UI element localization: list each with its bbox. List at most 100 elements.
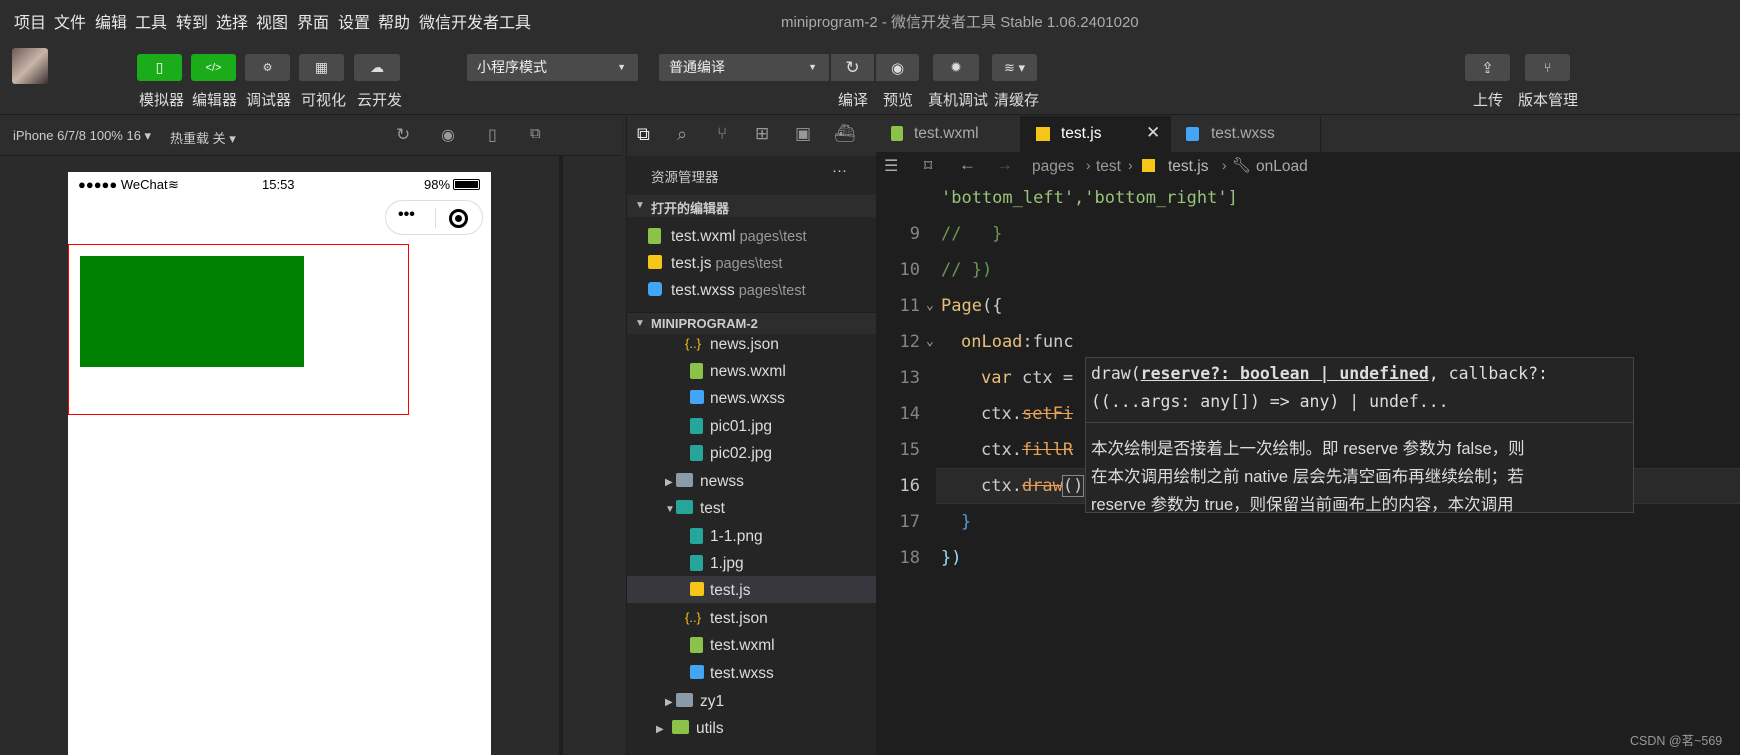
open-editor-item[interactable]: test.wxml pages\test: [648, 228, 807, 246]
wxml-file-icon: [648, 228, 661, 244]
close-icon[interactable]: ✕: [1146, 123, 1160, 143]
code-line: 'bottom_left','bottom_right']: [941, 188, 1238, 208]
stop-icon[interactable]: ◉: [441, 125, 455, 145]
tree-item[interactable]: {..} news.json: [685, 336, 779, 354]
signature-line-1: draw(reserve?: boolean | undefined, call…: [1091, 364, 1548, 383]
menu-tools[interactable]: 工具: [135, 9, 167, 33]
tree-item[interactable]: 1-1.png: [690, 528, 763, 546]
wxss-file-icon: [648, 282, 662, 296]
tree-item[interactable]: test.wxss: [690, 665, 774, 683]
version-label: 版本管理: [1518, 92, 1579, 109]
tree-item[interactable]: news.wxml: [690, 363, 786, 381]
close-mini-program-icon[interactable]: [449, 209, 468, 228]
upload-button[interactable]: ⇪: [1465, 54, 1510, 81]
tree-folder[interactable]: ▼ test: [665, 500, 725, 518]
bookmark-icon[interactable]: ⌑: [924, 156, 932, 176]
menu-view[interactable]: 视图: [256, 9, 288, 33]
layers-icon: ≋ ▾: [1003, 59, 1026, 75]
search-icon[interactable]: ⌕: [677, 124, 687, 145]
compile-button[interactable]: ↻: [831, 54, 874, 81]
explorer-panel: ⧉ ⌕ ⑂ ⊞ ▣ ⛴ 资源管理器 ··· ▼ 打开的编辑器 test.wxml…: [626, 116, 877, 755]
tab-test-wxss[interactable]: test.wxss: [1171, 116, 1321, 152]
tree-folder[interactable]: ▶ utils: [656, 720, 724, 738]
breadcrumb-symbol[interactable]: onLoad: [1256, 158, 1308, 176]
tree-item[interactable]: pic02.jpg: [690, 445, 772, 463]
breadcrumb-file[interactable]: test.js: [1168, 158, 1208, 176]
more-dots-icon[interactable]: •••: [398, 206, 415, 224]
tree-item[interactable]: test.wxml: [690, 637, 775, 655]
tree-item[interactable]: news.wxss: [690, 390, 785, 408]
menu-help[interactable]: 帮助: [378, 9, 410, 33]
json-file-icon: {..}: [685, 610, 701, 625]
save-icon[interactable]: ▣: [795, 124, 811, 144]
popout-icon[interactable]: ⧉: [530, 125, 541, 142]
project-header[interactable]: ▼ MINIPROGRAM-2: [627, 312, 877, 334]
selected-row: [627, 576, 877, 603]
menu-project[interactable]: 项目: [14, 9, 46, 33]
git-icon[interactable]: ⑂: [717, 124, 727, 144]
mode-select[interactable]: 小程序模式 ▼: [467, 54, 638, 81]
editor-button[interactable]: </>: [191, 54, 236, 81]
tree-item[interactable]: {..} test.json: [685, 610, 768, 628]
tree-item[interactable]: 1.jpg: [690, 555, 744, 573]
preview-button[interactable]: ◉: [876, 54, 919, 81]
wxml-file-icon: [690, 363, 703, 379]
back-icon[interactable]: ←: [959, 155, 976, 175]
panel-divider[interactable]: [559, 156, 563, 755]
open-editor-item[interactable]: test.wxss pages\test: [648, 282, 806, 300]
debugger-label: 调试器: [246, 92, 292, 109]
debugger-button[interactable]: ⚙: [245, 54, 290, 81]
menu-bar: 项目 文件 编辑 工具 转到 选择 视图 界面 设置 帮助 微信开发者工具 mi…: [0, 0, 1740, 38]
menu-settings[interactable]: 设置: [338, 9, 370, 33]
explorer-title: 资源管理器: [651, 170, 719, 185]
version-button[interactable]: ⑂: [1525, 54, 1570, 81]
chevron-down-icon: ▼: [617, 62, 626, 72]
compile-select[interactable]: 普通编译 ▼: [659, 54, 829, 81]
avatar[interactable]: [12, 48, 48, 84]
phone-icon[interactable]: ▯: [488, 125, 497, 145]
tree-folder[interactable]: ▶ newss: [665, 473, 744, 491]
docker-icon[interactable]: ⛴: [834, 124, 856, 144]
hot-reload-toggle[interactable]: 热重载 关 ▾: [170, 128, 236, 147]
folder-icon: [672, 720, 689, 734]
open-editors-header[interactable]: ▼ 打开的编辑器: [627, 195, 877, 217]
menu-select[interactable]: 选择: [216, 9, 248, 33]
rotate-icon[interactable]: ↻: [396, 125, 410, 145]
files-icon[interactable]: ⧉: [637, 124, 650, 145]
menu-interface[interactable]: 界面: [297, 9, 329, 33]
more-icon[interactable]: ···: [832, 162, 847, 179]
tree-item[interactable]: pic01.jpg: [690, 418, 772, 436]
breadcrumb-pages[interactable]: pages: [1032, 158, 1074, 176]
device-select[interactable]: iPhone 6/7/8 100% 16 ▾: [13, 128, 151, 144]
menu-devtools[interactable]: 微信开发者工具: [419, 9, 531, 33]
visual-button[interactable]: ▦: [299, 54, 344, 81]
fold-icon[interactable]: ⌄: [926, 324, 934, 360]
battery-text: 98%: [424, 177, 451, 192]
visual-label: 可视化: [301, 92, 347, 109]
menu-file[interactable]: 文件: [54, 9, 86, 33]
simulator-button[interactable]: ▯: [137, 54, 182, 81]
outline-icon[interactable]: ☰: [884, 156, 898, 176]
tab-test-js[interactable]: test.js ✕: [1021, 116, 1171, 152]
refresh-icon: ↻: [845, 57, 860, 77]
real-debug-label: 真机调试: [928, 92, 989, 109]
simulator-bar: iPhone 6/7/8 100% 16 ▾ 热重载 关 ▾ ↻ ◉ ▯ ⧉: [0, 116, 622, 156]
carrier-text: ●●●●● WeChat: [78, 177, 168, 192]
breadcrumb-test[interactable]: test: [1096, 158, 1121, 176]
forward-icon[interactable]: →: [996, 155, 1013, 175]
method-icon: 🔧︎: [1232, 157, 1252, 174]
hover-tooltip: draw(reserve?: boolean | undefined, call…: [1085, 357, 1634, 513]
fold-icon[interactable]: ⌄: [926, 288, 934, 324]
tree-folder[interactable]: ▶ zy1: [665, 693, 724, 711]
cloud-button[interactable]: ☁: [354, 54, 400, 81]
clear-cache-button[interactable]: ≋ ▾: [992, 54, 1037, 81]
tab-test-wxml[interactable]: test.wxml: [876, 116, 1021, 152]
code-line: 10// }): [899, 260, 993, 280]
tree-item-selected[interactable]: test.js: [690, 582, 750, 600]
menu-edit[interactable]: 编辑: [95, 9, 127, 33]
simulator-panel: iPhone 6/7/8 100% 16 ▾ 热重载 关 ▾ ↻ ◉ ▯ ⧉ ●…: [0, 116, 622, 755]
real-debug-button[interactable]: ✹: [933, 54, 979, 81]
menu-goto[interactable]: 转到: [176, 9, 208, 33]
open-editor-item[interactable]: test.js pages\test: [648, 255, 782, 273]
extensions-icon[interactable]: ⊞: [755, 124, 769, 144]
